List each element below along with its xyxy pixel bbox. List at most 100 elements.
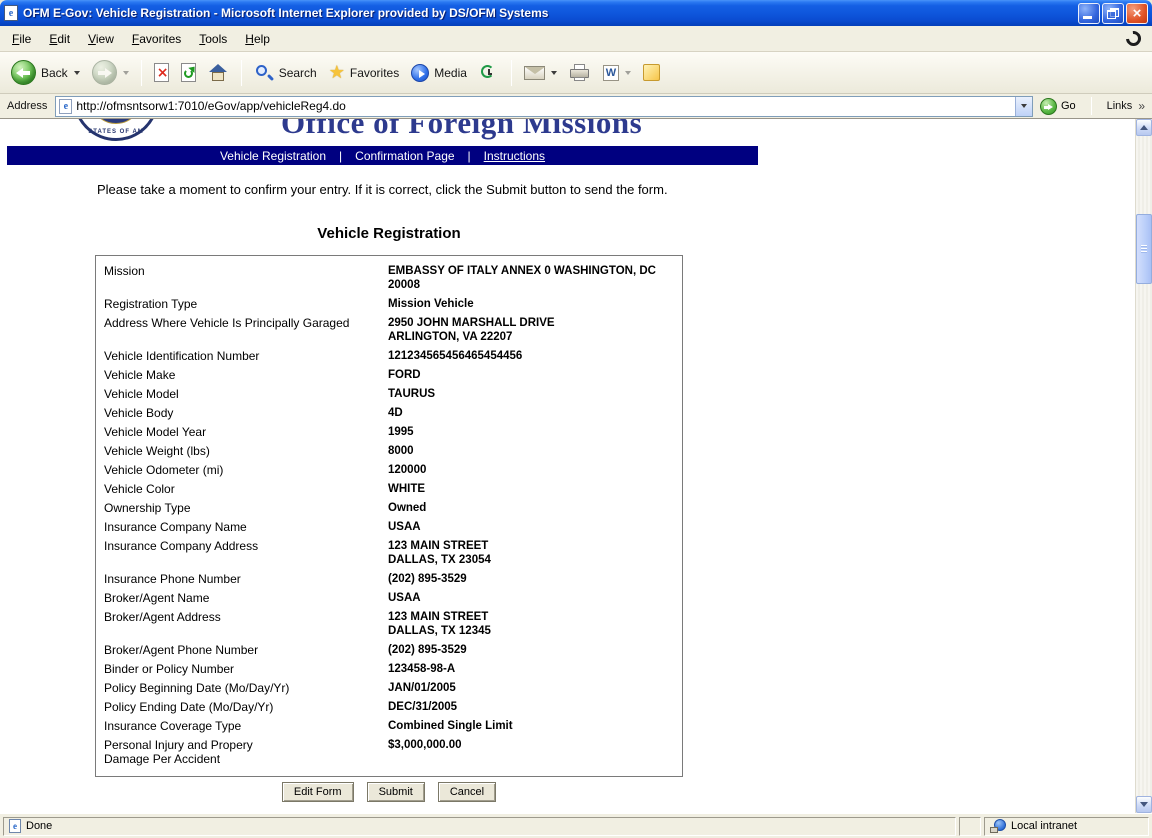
menu-tools[interactable]: Tools: [190, 29, 236, 49]
forward-button[interactable]: [87, 57, 134, 88]
mail-dropdown-icon[interactable]: [551, 71, 557, 75]
stop-icon: ×: [154, 63, 169, 82]
restore-button[interactable]: [1102, 3, 1124, 24]
back-button[interactable]: Back: [6, 57, 85, 88]
field-label: Vehicle Model Year: [96, 425, 388, 439]
seal-inner: [90, 119, 142, 124]
links-label[interactable]: Links: [1101, 100, 1135, 112]
scroll-down-button[interactable]: [1136, 796, 1152, 813]
nav-item-instructions[interactable]: Instructions: [480, 149, 549, 163]
search-button[interactable]: Search: [249, 60, 322, 86]
field-label: Mission: [96, 264, 388, 278]
table-row: MissionEMBASSY OF ITALY ANNEX 0 WASHINGT…: [96, 264, 682, 292]
local-intranet-icon: [990, 819, 1006, 833]
menu-favorites[interactable]: Favorites: [123, 29, 190, 49]
field-value: 120000: [388, 463, 682, 477]
scroll-up-button[interactable]: [1136, 119, 1152, 136]
field-value: Owned: [388, 501, 682, 515]
field-label: Vehicle Weight (lbs): [96, 444, 388, 458]
page-favicon-icon: e: [59, 99, 72, 114]
ofm-seal-logo: STATES OF AM: [73, 119, 159, 141]
mail-button[interactable]: [519, 63, 562, 83]
submit-button[interactable]: Submit: [367, 782, 425, 802]
address-label: Address: [3, 100, 51, 112]
table-row: Vehicle Body4D: [96, 406, 682, 420]
field-label: Personal Injury and Propery Damage Per A…: [96, 738, 388, 766]
print-button[interactable]: [564, 61, 596, 85]
home-button[interactable]: [203, 60, 234, 86]
field-label: Vehicle Make: [96, 368, 388, 382]
field-label: Vehicle Color: [96, 482, 388, 496]
field-value: 123 MAIN STREET DALLAS, TX 12345: [388, 610, 682, 638]
stop-button[interactable]: ×: [149, 60, 174, 85]
title-bar[interactable]: e OFM E-Gov: Vehicle Registration - Micr…: [0, 0, 1152, 26]
field-label: Policy Beginning Date (Mo/Day/Yr): [96, 681, 388, 695]
table-row: Policy Ending Date (Mo/Day/Yr)DEC/31/200…: [96, 700, 682, 714]
seal-text: STATES OF AM: [76, 129, 156, 135]
back-icon: [11, 60, 36, 85]
search-label: Search: [279, 66, 317, 80]
favorites-button[interactable]: ★ Favorites: [324, 60, 405, 86]
field-value: 123458-98-A: [388, 662, 682, 676]
vertical-scrollbar[interactable]: [1135, 119, 1152, 813]
menu-file[interactable]: File: [3, 29, 40, 49]
standard-toolbar: Back × Search ★ Favorites Media: [0, 52, 1152, 94]
table-row: Address Where Vehicle Is Principally Gar…: [96, 316, 682, 344]
scrollbar-thumb[interactable]: [1136, 214, 1152, 284]
edit-with-word-button[interactable]: W: [598, 62, 636, 84]
search-icon: [254, 63, 274, 83]
forward-dropdown-icon: [123, 71, 129, 75]
field-label: Vehicle Odometer (mi): [96, 463, 388, 477]
table-row: Vehicle ModelTAURUS: [96, 387, 682, 401]
field-label: Binder or Policy Number: [96, 662, 388, 676]
word-icon: W: [603, 65, 619, 81]
field-label: Address Where Vehicle Is Principally Gar…: [96, 316, 388, 330]
table-row: Insurance Company NameUSAA: [96, 520, 682, 534]
discuss-button[interactable]: [638, 61, 665, 84]
address-url[interactable]: http://ofmsntsorw1:7010/eGov/app/vehicle…: [76, 99, 1011, 113]
address-separator: [1091, 97, 1092, 115]
field-value: (202) 895-3529: [388, 643, 682, 657]
field-value: Mission Vehicle: [388, 297, 682, 311]
refresh-icon: [181, 63, 196, 82]
field-value: USAA: [388, 520, 682, 534]
back-dropdown-icon[interactable]: [74, 71, 80, 75]
table-row: Insurance Phone Number(202) 895-3529: [96, 572, 682, 586]
go-button[interactable]: Go: [1037, 97, 1082, 116]
forward-icon: [92, 60, 117, 85]
field-value: 4D: [388, 406, 682, 420]
address-dropdown-button[interactable]: [1015, 97, 1032, 116]
toolbar-separator: [241, 60, 242, 86]
table-row: Personal Injury and Propery Damage Per A…: [96, 738, 682, 766]
cancel-button[interactable]: Cancel: [438, 782, 496, 802]
fields-table: MissionEMBASSY OF ITALY ANNEX 0 WASHINGT…: [95, 255, 683, 777]
edit-form-button[interactable]: Edit Form: [282, 782, 354, 802]
media-button[interactable]: Media: [406, 61, 472, 85]
refresh-button[interactable]: [176, 60, 201, 85]
table-row: Policy Beginning Date (Mo/Day/Yr)JAN/01/…: [96, 681, 682, 695]
field-value: 2950 JOHN MARSHALL DRIVE ARLINGTON, VA 2…: [388, 316, 682, 344]
field-value: 121234565456465454456: [388, 349, 682, 363]
field-value: 8000: [388, 444, 682, 458]
arrow-up-icon: [1140, 125, 1148, 130]
links-chevron-icon[interactable]: »: [1138, 99, 1149, 113]
menu-items: FileEditViewFavoritesToolsHelp: [3, 29, 279, 49]
history-button[interactable]: [474, 60, 504, 86]
table-row: Broker/Agent Address123 MAIN STREET DALL…: [96, 610, 682, 638]
nav-item-confirmation-page[interactable]: Confirmation Page: [351, 149, 458, 163]
menu-help[interactable]: Help: [236, 29, 279, 49]
close-button[interactable]: ×: [1126, 3, 1148, 24]
favorites-star-icon: ★: [329, 63, 345, 83]
scrollbar-track[interactable]: [1136, 136, 1152, 796]
field-label: Ownership Type: [96, 501, 388, 515]
address-input[interactable]: e http://ofmsntsorw1:7010/eGov/app/vehic…: [55, 96, 1033, 117]
field-value: DEC/31/2005: [388, 700, 682, 714]
field-label: Registration Type: [96, 297, 388, 311]
field-value: FORD: [388, 368, 682, 382]
content-area: STATES OF AM Office of Foreign Missions …: [0, 119, 1152, 813]
status-empty-panel: [959, 817, 981, 836]
menu-edit[interactable]: Edit: [40, 29, 79, 49]
minimize-button[interactable]: [1078, 3, 1100, 24]
menu-view[interactable]: View: [79, 29, 123, 49]
nav-item-vehicle-registration[interactable]: Vehicle Registration: [216, 149, 330, 163]
